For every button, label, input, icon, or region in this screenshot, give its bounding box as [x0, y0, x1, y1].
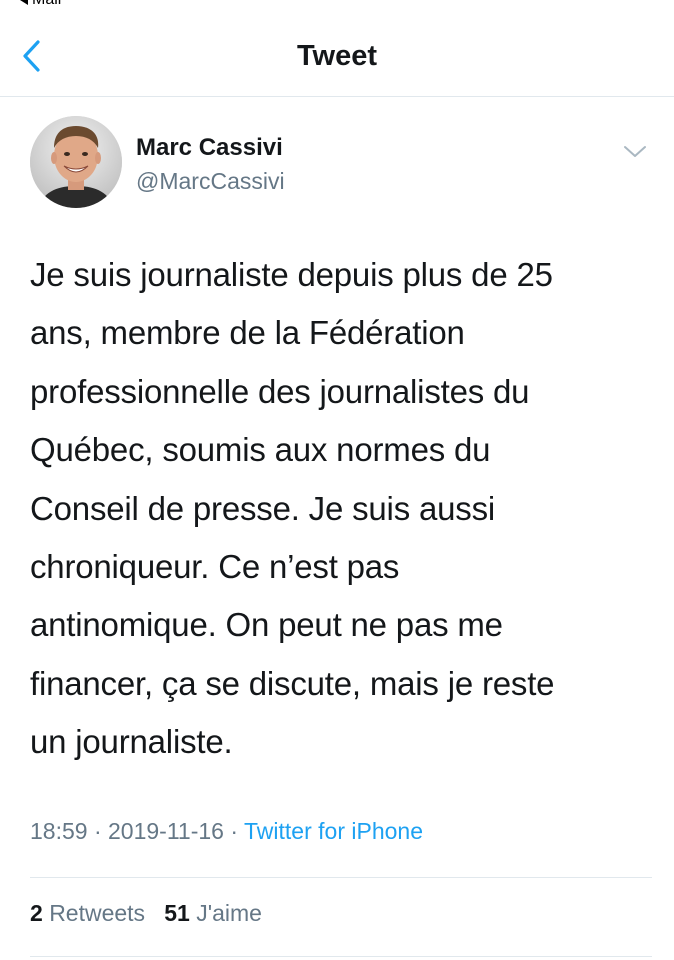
tweet-meta: 18:59 · 2019-11-16 · Twitter for iPhone	[30, 818, 423, 845]
tweet-source-link[interactable]: Twitter for iPhone	[244, 818, 423, 844]
status-back-label: Mail	[32, 0, 61, 8]
status-back-to-app[interactable]: Mail	[20, 0, 61, 9]
tweet-text-line: un journaliste.	[30, 723, 233, 761]
tweet-author: Marc Cassivi @MarcCassivi	[30, 116, 650, 216]
tweet-text-line: chroniqueur. Ce n’est pas	[30, 548, 400, 586]
tweet-text-line: Je suis journaliste depuis plus de 25	[30, 256, 553, 293]
avatar[interactable]	[30, 116, 122, 208]
tweet-stats: 2 Retweets 51 J'aime	[30, 900, 262, 927]
tweet-text-line: ans, membre de la Fédération	[30, 314, 465, 352]
author-handle[interactable]: @MarcCassivi	[136, 168, 285, 195]
divider	[30, 877, 652, 878]
retweets-stat[interactable]: 2 Retweets	[30, 900, 145, 926]
page-title: Tweet	[296, 40, 378, 72]
author-display-name[interactable]: Marc Cassivi	[136, 134, 283, 162]
nav-bar: Tweet	[0, 12, 674, 97]
likes-label: J'aime	[196, 900, 262, 926]
tweet-text-line: Conseil de presse. Je suis aussi	[30, 489, 495, 527]
retweets-label: Retweets	[49, 900, 146, 926]
chevron-down-icon	[624, 146, 646, 157]
divider	[30, 956, 652, 957]
status-bar: Mail	[0, 0, 674, 12]
tweet-text-line: antinomique. On peut ne pas me	[30, 606, 503, 644]
tweet-date: 2019-11-16	[108, 818, 224, 844]
tweet-text-line: Québec, soumis aux normes du	[30, 431, 491, 469]
tweet-text-line: financer, ça se discute, mais je reste	[30, 664, 555, 702]
avatar-image	[30, 116, 122, 208]
tweet-text-line: professionnelle des journalistes du	[30, 372, 530, 410]
likes-count: 51	[164, 900, 190, 926]
back-triangle-icon	[20, 0, 28, 5]
tweet-text: Je suis journaliste depuis plus de 25 an…	[30, 246, 650, 772]
tweet-time: 18:59	[30, 818, 88, 844]
tweet-options-button[interactable]	[620, 140, 650, 164]
meta-separator: ·	[93, 818, 102, 844]
likes-stat[interactable]: 51 J'aime	[164, 900, 262, 926]
retweets-count: 2	[30, 900, 43, 926]
meta-separator: ·	[230, 818, 239, 844]
